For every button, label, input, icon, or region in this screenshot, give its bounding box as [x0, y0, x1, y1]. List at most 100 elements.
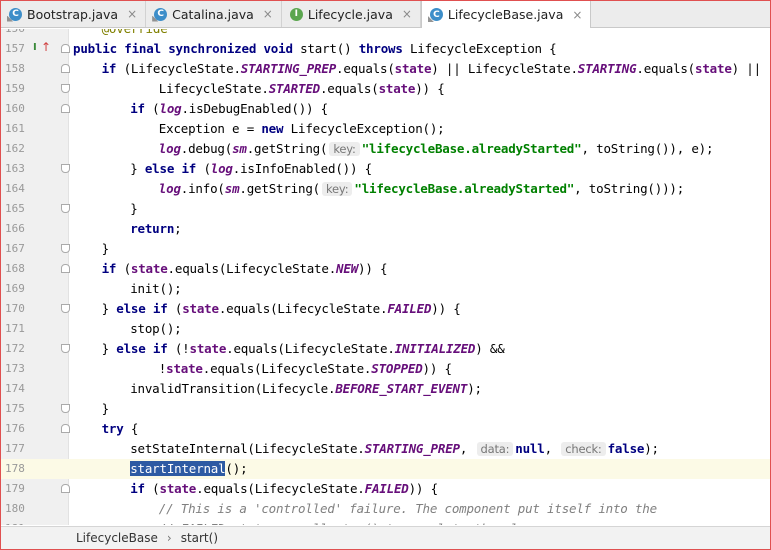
code-line[interactable]: 176 try {: [1, 419, 770, 439]
code-line[interactable]: 178 startInternal();: [1, 459, 770, 479]
fold-marker-icon[interactable]: [61, 44, 70, 53]
code-line[interactable]: 165}: [1, 199, 770, 219]
breadcrumb: LifecycleBase › start(): [1, 526, 770, 549]
code-line[interactable]: 162 log.debug(sm.getString(key: "lifecycle…: [1, 139, 770, 159]
code-text[interactable]: if (state.equals(LifecycleState.FAILED))…: [130, 481, 438, 496]
override-arrow-icon[interactable]: ↑: [41, 40, 51, 54]
code-token: {: [130, 421, 139, 436]
code-text[interactable]: if (log.isDebugEnabled()) {: [130, 101, 328, 116]
tab-lifecycle-java[interactable]: I Lifecycle.java ×: [282, 1, 421, 27]
fold-marker-icon[interactable]: [61, 484, 70, 493]
fold-marker-icon[interactable]: [61, 344, 70, 353]
code-token: "lifecycleBase.alreadyStarted": [361, 141, 582, 156]
code-token: }: [101, 241, 110, 256]
code-line[interactable]: 168 if (state.equals(LifecycleState.NEW))…: [1, 259, 770, 279]
code-text[interactable]: return;: [130, 221, 182, 236]
code-token: ,: [459, 441, 475, 456]
code-line[interactable]: 158 if (LifecycleState.STARTING_PREP .equa…: [1, 59, 770, 79]
code-text[interactable]: // This is a 'controlled' failure. The c…: [159, 501, 657, 516]
code-text[interactable]: if (LifecycleState.STARTING_PREP .equals(…: [102, 61, 762, 76]
code-line[interactable]: 181 // FAILED state so call stop() to com…: [1, 519, 770, 525]
selected-text: startInternal: [130, 461, 226, 476]
code-line[interactable]: 174 invalidTransition(Lifecycle.BEFORE_ST…: [1, 379, 770, 399]
code-line[interactable]: 180 // This is a 'controlled' failure. Th…: [1, 499, 770, 519]
code-text[interactable]: try {: [102, 421, 139, 436]
code-text[interactable]: } else if (log.isInfoEnabled()) {: [130, 161, 372, 176]
code-lines[interactable]: 156 @Override 157 I↑ public final synchroniz…: [1, 29, 770, 525]
code-line[interactable]: 173 !state.equals(LifecycleState.STOPPED)…: [1, 359, 770, 379]
code-line[interactable]: 156 @Override: [1, 29, 770, 39]
code-token: LifecycleException {: [410, 41, 557, 56]
code-token: .equals(: [319, 81, 379, 96]
fold-marker-icon[interactable]: [61, 104, 70, 113]
code-line[interactable]: 159 LifecycleState.STARTED.equals(state))…: [1, 79, 770, 99]
code-line[interactable]: 164 log.info(sm.getString(key: "lifecycleB…: [1, 179, 770, 199]
code-text[interactable]: LifecycleState.STARTED.equals(state)) {: [159, 81, 445, 96]
code-line[interactable]: 166 return;: [1, 219, 770, 239]
code-line[interactable]: 172} else if (!state.equals(LifecycleSta…: [1, 339, 770, 359]
fold-marker-icon[interactable]: [61, 204, 70, 213]
code-text[interactable]: }: [102, 401, 110, 416]
code-line[interactable]: 171 stop();: [1, 319, 770, 339]
fold-marker-icon[interactable]: [61, 304, 70, 313]
code-line[interactable]: 167}: [1, 239, 770, 259]
code-line[interactable]: 170} else if (state.equals(LifecycleStat…: [1, 299, 770, 319]
code-text[interactable]: init();: [130, 281, 181, 296]
line-number: 171: [5, 322, 25, 335]
code-token: Exception e =: [158, 121, 262, 136]
close-icon[interactable]: ×: [127, 7, 137, 21]
fold-marker-icon[interactable]: [61, 264, 70, 273]
code-text[interactable]: }: [130, 201, 138, 216]
code-line[interactable]: 175}: [1, 399, 770, 419]
code-line[interactable]: 163} else if (log.isInfoEnabled()) {: [1, 159, 770, 179]
code-token: else if: [144, 161, 204, 176]
code-token: log: [159, 101, 182, 116]
breadcrumb-item-class[interactable]: LifecycleBase: [76, 531, 158, 545]
parameter-hint: key:: [329, 142, 360, 156]
fold-marker-icon[interactable]: [61, 404, 70, 413]
fold-marker-icon[interactable]: [61, 424, 70, 433]
code-line[interactable]: 179 if (state.equals(LifecycleState.FAILE…: [1, 479, 770, 499]
java-class-icon: C: [429, 8, 443, 21]
code-text[interactable]: }: [101, 241, 110, 256]
code-line[interactable]: 177 setStateInternal(LifecycleState.START…: [1, 439, 770, 459]
code-text[interactable]: // FAILED state so call stop() to comple…: [159, 521, 569, 525]
code-text[interactable]: log.info(sm.getString(key: "lifecycleBase…: [159, 181, 684, 196]
code-line[interactable]: 157 I ↑ public final synchronized void star…: [1, 39, 770, 59]
tab-bootstrap-java[interactable]: C Bootstrap.java ×: [1, 1, 147, 27]
code-text[interactable]: public final synchronized void start() t…: [73, 41, 557, 56]
tab-lifecyclebase-java[interactable]: C LifecycleBase.java ×: [420, 1, 592, 28]
code-token: .isInfoEnabled()) {: [232, 161, 372, 176]
close-icon[interactable]: ×: [263, 7, 273, 21]
code-text[interactable]: } else if (state.equals(LifecycleState.F…: [102, 301, 461, 316]
tab-catalina-java[interactable]: C Catalina.java ×: [146, 1, 282, 27]
code-editor[interactable]: 156 @Override 157 I↑ public final synchroniz…: [1, 29, 770, 525]
code-line[interactable]: 161 Exception e = new LifecycleException(…: [1, 119, 770, 139]
code-token: if: [130, 101, 153, 116]
breadcrumb-separator: ›: [166, 531, 172, 545]
code-line[interactable]: 160 if (log.isDebugEnabled()) {: [1, 99, 770, 119]
code-text[interactable]: Exception e = new LifecycleException();: [159, 121, 445, 136]
code-text[interactable]: startInternal();: [130, 461, 248, 476]
fold-marker-icon[interactable]: [61, 164, 70, 173]
code-line[interactable]: 169 init();: [1, 279, 770, 299]
code-text[interactable]: setStateInternal(LifecycleState.STARTING…: [130, 441, 659, 456]
code-token: .equals(LifecycleState.: [218, 301, 388, 316]
breadcrumb-item-method[interactable]: start(): [181, 531, 218, 545]
close-icon[interactable]: ×: [572, 8, 582, 22]
fold-marker-icon[interactable]: [61, 84, 70, 93]
fold-marker-icon[interactable]: [61, 244, 70, 253]
code-text[interactable]: } else if (!state.equals(LifecycleState.…: [102, 341, 505, 356]
close-icon[interactable]: ×: [402, 7, 412, 21]
implements-method-icon[interactable]: I: [33, 42, 41, 54]
code-text[interactable]: @Override: [102, 29, 168, 36]
code-text[interactable]: invalidTransition(Lifecycle.BEFORE_START…: [130, 381, 482, 396]
code-text[interactable]: if (state.equals(LifecycleState.NEW)) {: [102, 261, 388, 276]
code-text[interactable]: log.debug(sm.getString(key: "lifecycleBas…: [159, 141, 714, 156]
code-token: )) {: [431, 301, 461, 316]
fold-marker-icon[interactable]: [61, 64, 70, 73]
code-text[interactable]: stop();: [130, 321, 181, 336]
code-token: ,: [544, 441, 560, 456]
code-text[interactable]: !state.equals(LifecycleState.STOPPED)) {: [159, 361, 452, 376]
code-token: else if: [116, 301, 175, 316]
